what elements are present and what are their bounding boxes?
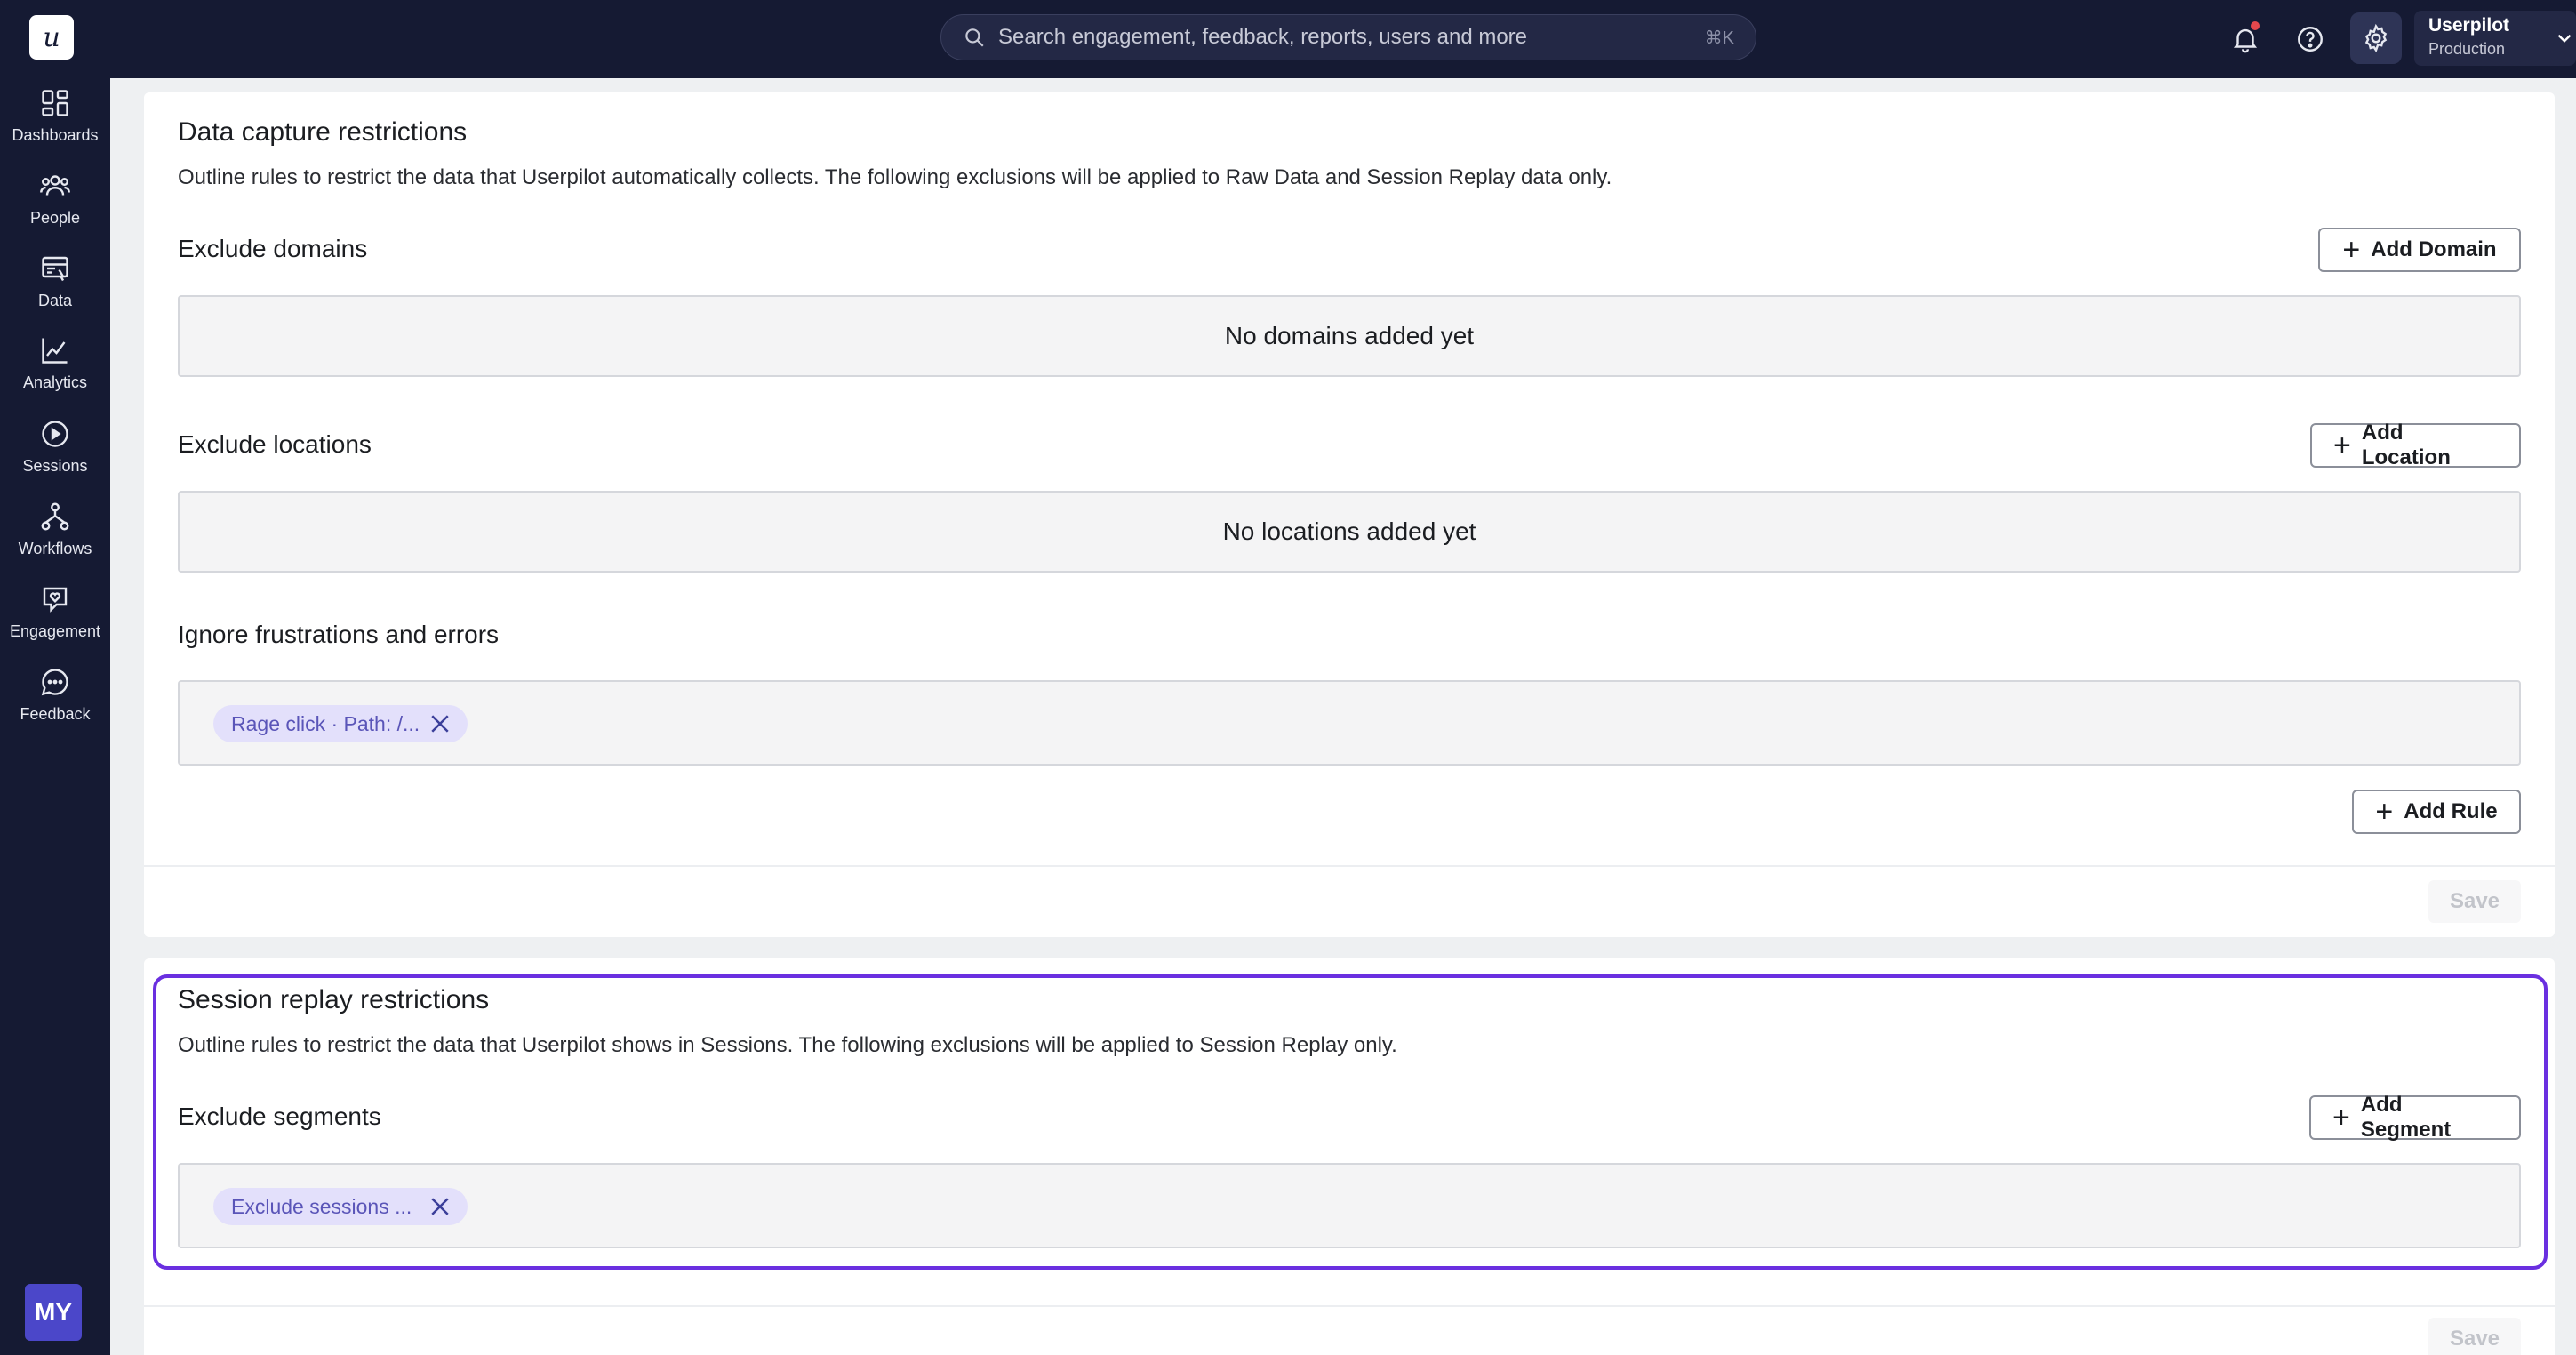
account-switcher[interactable]: Userpilot Production	[2414, 11, 2576, 66]
sidebar-item-label: Sessions	[22, 457, 88, 475]
help-button[interactable]	[2289, 18, 2332, 60]
session-replay-card: Session replay restrictions Outline rule…	[144, 958, 2555, 1355]
help-icon	[2298, 27, 2323, 52]
settings-button[interactable]	[2350, 12, 2402, 64]
sidebar-item-feedback[interactable]: Feedback	[0, 662, 110, 734]
sidebar-item-label: Analytics	[22, 373, 88, 391]
plus-icon: +	[2342, 233, 2361, 267]
exclude-segments-title: Exclude segments	[178, 1102, 381, 1130]
search-placeholder: Search engagement, feedback, reports, us…	[998, 25, 1528, 49]
analytics-icon	[42, 338, 68, 364]
notification-dot	[2251, 21, 2260, 30]
section-description: Outline rules to restrict the data that …	[178, 1033, 1397, 1057]
search-icon	[965, 28, 984, 47]
segment-chip-label: Exclude sessions ...	[231, 1194, 412, 1218]
gear-icon	[2364, 23, 2388, 53]
save-button[interactable]: Save	[2428, 880, 2521, 923]
add-domain-label: Add Domain	[2371, 237, 2497, 261]
rule-chip[interactable]: Rage click · Path: /...	[213, 705, 468, 742]
notifications-button[interactable]	[2224, 18, 2267, 60]
search-shortcut: ⌘K	[1704, 28, 1734, 48]
sidebar-item-sessions[interactable]: Sessions	[0, 414, 110, 485]
plus-icon: +	[2375, 795, 2394, 829]
sidebar-item-label: Workflows	[18, 540, 92, 557]
frustration-rules-box: Rage click · Path: /...	[178, 680, 2521, 766]
add-rule-label: Add Rule	[2404, 799, 2498, 823]
card-footer-divider	[144, 865, 2555, 867]
chevron-down-icon	[2557, 34, 2572, 43]
sidebar-item-analytics[interactable]: Analytics	[0, 331, 110, 402]
people-icon	[40, 175, 70, 196]
exclude-domains-title: Exclude domains	[178, 235, 368, 262]
play-circle-icon	[42, 421, 68, 447]
section-title: Session replay restrictions	[178, 985, 490, 1014]
sidebar-item-label: Feedback	[20, 705, 91, 723]
segment-chip[interactable]: Exclude sessions ...	[213, 1188, 468, 1225]
sidebar-item-engagement[interactable]: Engagement	[0, 580, 110, 651]
add-rule-button[interactable]: + Add Rule	[2352, 790, 2521, 834]
segments-box: Exclude sessions ...	[178, 1163, 2521, 1248]
data-icon	[42, 256, 68, 282]
app-logo[interactable]: u	[29, 15, 74, 60]
sidebar-item-label: Engagement	[9, 622, 101, 640]
sidebar-item-label: Dashboards	[12, 126, 99, 144]
workflow-icon	[41, 502, 69, 531]
add-segment-label: Add Segment	[2360, 1093, 2452, 1142]
engagement-icon	[43, 587, 68, 613]
exclude-locations-title: Exclude locations	[178, 430, 372, 458]
sidebar-item-data[interactable]: Data	[0, 249, 110, 320]
rule-chip-label: Rage click · Path: /...	[231, 711, 420, 735]
locations-empty-state: No locations added yet	[178, 491, 2521, 573]
ignore-frustrations-title: Ignore frustrations and errors	[178, 621, 500, 648]
plus-icon: +	[2332, 1101, 2350, 1135]
search-input[interactable]: Search engagement, feedback, reports, us…	[940, 14, 1756, 60]
section-title: Data capture restrictions	[178, 117, 468, 147]
save-button[interactable]: Save	[2428, 1318, 2521, 1355]
sidebar-item-people[interactable]: People	[0, 166, 110, 237]
chat-bubble-icon	[41, 669, 68, 696]
sidebar-item-workflows[interactable]: Workflows	[0, 497, 110, 568]
sidebar: u Dashboards People Data Analytics Sessi…	[0, 0, 110, 1355]
card-footer-divider	[144, 1305, 2555, 1307]
data-capture-card: Data capture restrictions Outline rules …	[144, 92, 2555, 937]
plus-icon: +	[2333, 429, 2351, 462]
domains-empty-state: No domains added yet	[178, 295, 2521, 377]
add-location-label: Add Location	[2361, 421, 2451, 469]
sidebar-item-dashboards[interactable]: Dashboards	[0, 84, 110, 155]
sidebar-item-label: People	[29, 209, 81, 227]
avatar[interactable]: MY	[25, 1284, 82, 1341]
dashboard-icon	[42, 90, 68, 116]
section-description: Outline rules to restrict the data that …	[178, 165, 1612, 189]
sidebar-item-label: Data	[37, 292, 73, 309]
add-domain-button[interactable]: + Add Domain	[2318, 228, 2521, 272]
close-icon[interactable]	[427, 1193, 453, 1220]
topbar: Search engagement, feedback, reports, us…	[110, 0, 2576, 78]
add-segment-button[interactable]: + Add Segment	[2309, 1093, 2521, 1142]
add-location-button[interactable]: + Add Location	[2310, 421, 2521, 469]
close-icon[interactable]	[427, 710, 453, 737]
